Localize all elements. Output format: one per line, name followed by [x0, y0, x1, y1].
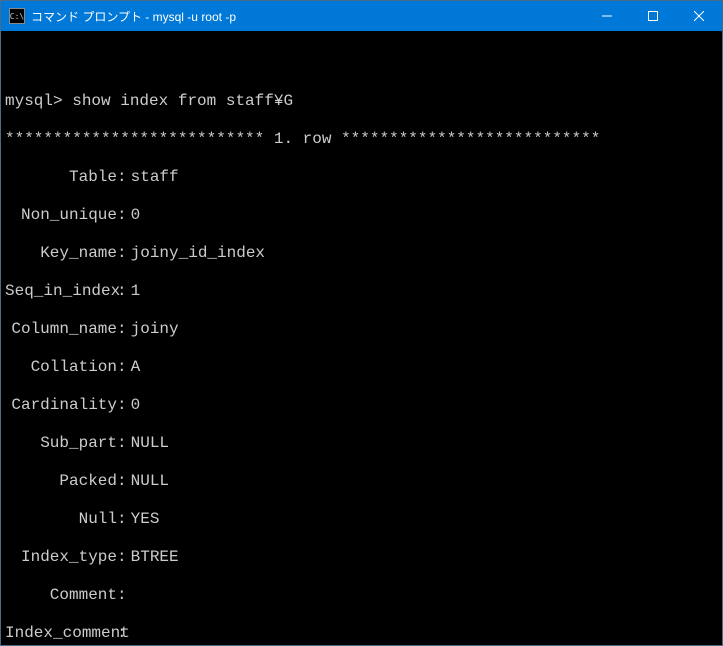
kv-row: Packed:NULL — [5, 472, 718, 491]
kv-row: Cardinality:0 — [5, 396, 718, 415]
maximize-button[interactable] — [630, 1, 676, 31]
kv-row: Null:YES — [5, 510, 718, 529]
field-label: Index_type — [5, 548, 117, 567]
field-label: Comment — [5, 586, 117, 605]
field-value: YES — [131, 510, 160, 529]
kv-row: Column_name:joiny — [5, 320, 718, 339]
field-value: NULL — [131, 434, 169, 453]
kv-row: Key_name:joiny_id_index — [5, 244, 718, 263]
row-separator-1: *************************** 1. row *****… — [5, 130, 718, 149]
field-value: A — [131, 358, 141, 377]
field-value: 0 — [131, 206, 141, 225]
field-label: Column_name — [5, 320, 117, 339]
field-value: NULL — [131, 472, 169, 491]
kv-row: Index_type:BTREE — [5, 548, 718, 567]
window-title: コマンド プロンプト - mysql -u root -p — [31, 8, 584, 25]
window-titlebar: C:\ コマンド プロンプト - mysql -u root -p — [1, 1, 722, 31]
minimize-button[interactable] — [584, 1, 630, 31]
kv-row: Seq_in_index:1 — [5, 282, 718, 301]
field-label: Table — [5, 168, 117, 187]
kv-row: Table:staff — [5, 168, 718, 187]
kv-row: Collation:A — [5, 358, 718, 377]
field-value: BTREE — [131, 548, 179, 567]
kv-row: Comment: — [5, 586, 718, 605]
field-label: Sub_part — [5, 434, 117, 453]
field-label: Null — [5, 510, 117, 529]
field-label: Seq_in_index — [5, 282, 117, 301]
field-value: joiny_id_index — [131, 244, 265, 263]
field-value: joiny — [131, 320, 179, 339]
close-button[interactable] — [676, 1, 722, 31]
minimize-icon — [602, 11, 612, 21]
cmd-icon: C:\ — [9, 8, 25, 24]
close-icon — [694, 11, 704, 21]
field-value: staff — [131, 168, 179, 187]
maximize-icon — [648, 11, 658, 21]
field-label: Collation — [5, 358, 117, 377]
prompt-text: mysql> — [5, 92, 63, 110]
blank-line — [5, 54, 718, 73]
command-line: mysql> show index from staff¥G — [5, 92, 718, 111]
command-text: show index from staff¥G — [72, 92, 293, 110]
field-label: Index_comment — [5, 624, 117, 643]
field-label: Key_name — [5, 244, 117, 263]
kv-row: Index_comment: — [5, 624, 718, 643]
field-label: Cardinality — [5, 396, 117, 415]
kv-row: Sub_part:NULL — [5, 434, 718, 453]
terminal-output[interactable]: mysql> show index from staff¥G *********… — [1, 31, 722, 645]
kv-row: Non_unique:0 — [5, 206, 718, 225]
field-value: 1 — [131, 282, 141, 301]
field-label: Packed — [5, 472, 117, 491]
field-value: 0 — [131, 396, 141, 415]
field-label: Non_unique — [5, 206, 117, 225]
